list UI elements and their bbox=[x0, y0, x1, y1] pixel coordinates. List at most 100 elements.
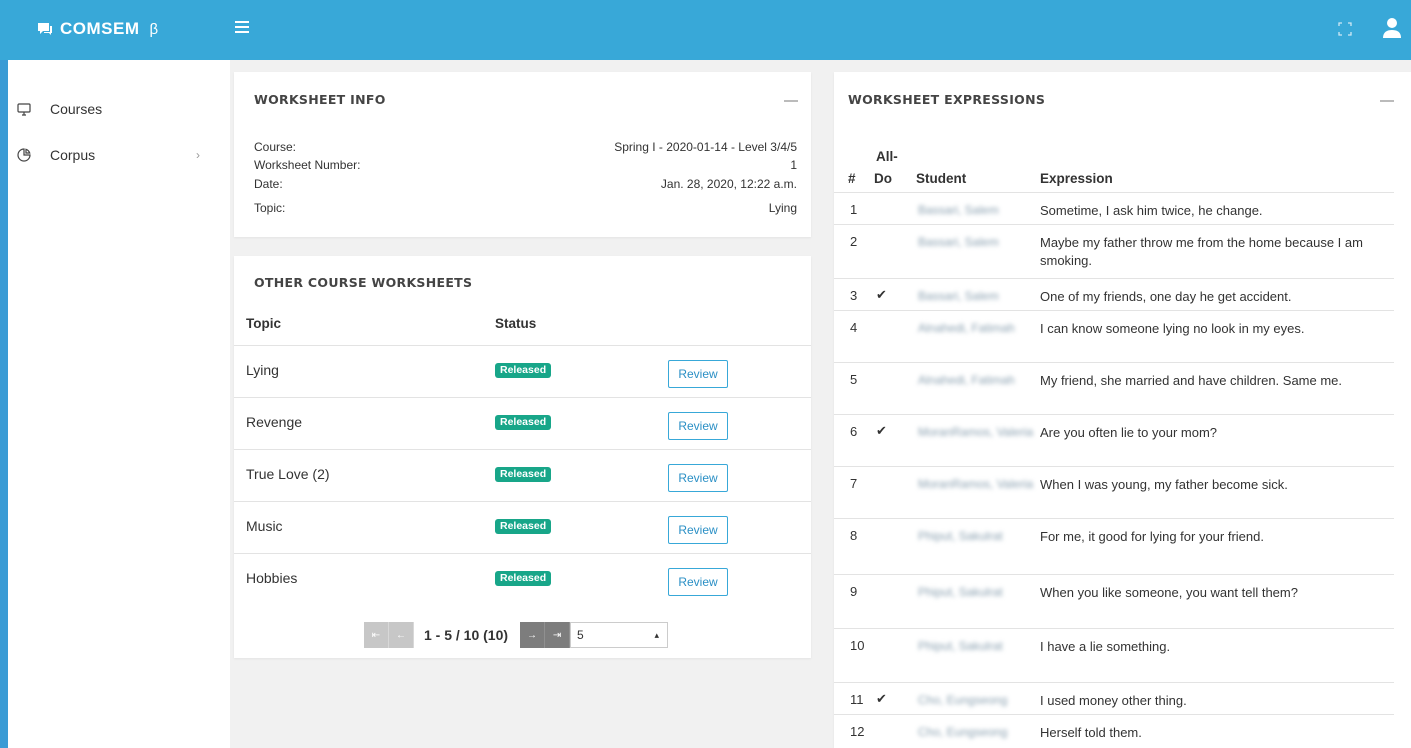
expression-text: I used money other thing. bbox=[1040, 693, 1187, 708]
student-name: MoranRamos, Valeria bbox=[918, 425, 1034, 439]
select-arrows-icon: ▴ bbox=[654, 629, 660, 640]
menu-toggle-icon[interactable] bbox=[235, 18, 255, 38]
app-body: Courses Corpus › WORKSHEET INFO Course: … bbox=[8, 60, 1411, 748]
student-name: Phiput, Sakulrat bbox=[918, 639, 1003, 653]
sidebar-item-corpus[interactable]: Corpus › bbox=[8, 140, 230, 170]
top-navbar: COMSEM β bbox=[0, 0, 1411, 60]
next-page-icon[interactable]: → bbox=[520, 622, 546, 648]
row-number: 8 bbox=[850, 528, 858, 543]
check-icon: ✔ bbox=[876, 691, 887, 706]
table-row: 4 Alnahedi, Fatimah I can know someone l… bbox=[834, 310, 1394, 362]
row-number: 2 bbox=[850, 234, 858, 249]
sidebar-item-label: Courses bbox=[50, 101, 103, 117]
pie-chart-icon bbox=[16, 147, 32, 163]
page-size-select[interactable]: 5 ▴ bbox=[570, 622, 669, 648]
table-row: Lying Released Review bbox=[234, 345, 811, 397]
info-row-topic: Topic: Lying bbox=[254, 201, 797, 217]
review-button[interactable]: Review bbox=[668, 568, 728, 596]
info-row-worksheet-number: Worksheet Number: 1 bbox=[254, 158, 797, 174]
column-header-number: # bbox=[848, 171, 856, 186]
worksheet-topic: Music bbox=[246, 518, 283, 534]
worksheet-topic: Lying bbox=[246, 362, 279, 378]
worksheet-topic: Revenge bbox=[246, 414, 303, 430]
student-name: MoranRamos, Valeria bbox=[918, 477, 1034, 491]
row-number: 9 bbox=[850, 584, 858, 599]
review-button[interactable]: Review bbox=[668, 412, 728, 440]
table-row: 8 Phiput, Sakulrat For me, it good for l… bbox=[834, 518, 1394, 574]
check-icon: ✔ bbox=[876, 287, 887, 302]
student-name: Bassari, Salem bbox=[918, 203, 999, 217]
review-button[interactable]: Review bbox=[668, 516, 728, 544]
expression-text: Sometime, I ask him twice, he change. bbox=[1040, 203, 1263, 218]
expression-text: I have a lie something. bbox=[1040, 639, 1171, 654]
sidebar: Courses Corpus › bbox=[8, 60, 230, 748]
student-name: Bassari, Salem bbox=[918, 235, 999, 249]
table-row: 6 ✔ MoranRamos, Valeria Are you often li… bbox=[834, 414, 1394, 466]
brand-name: COMSEM bbox=[60, 19, 140, 38]
row-number: 4 bbox=[850, 320, 858, 335]
fullscreen-icon[interactable] bbox=[1338, 22, 1352, 36]
table-row: 9 Phiput, Sakulrat When you like someone… bbox=[834, 574, 1394, 628]
info-label: Course: bbox=[254, 140, 297, 154]
prev-page-icon[interactable]: ← bbox=[389, 622, 414, 648]
table-row: 11 ✔ Cho, Eungseong I used money other t… bbox=[834, 682, 1394, 714]
status-badge: Released bbox=[495, 415, 552, 430]
info-value: Jan. 28, 2020, 12:22 a.m. bbox=[660, 177, 797, 191]
table-row: Revenge Released Review bbox=[234, 397, 811, 449]
info-value: Spring I - 2020-01-14 - Level 3/4/5 bbox=[614, 140, 797, 154]
first-page-icon[interactable]: ⇤ bbox=[364, 622, 389, 648]
table-row: 1 Bassari, Salem Sometime, I ask him twi… bbox=[834, 192, 1394, 224]
table-row: 3 ✔ Bassari, Salem One of my friends, on… bbox=[834, 278, 1394, 310]
student-name: Alnahedi, Fatimah bbox=[918, 321, 1015, 335]
row-number: 10 bbox=[850, 638, 865, 653]
monitor-icon bbox=[16, 101, 32, 117]
worksheet-expressions-card: WORKSHEET EXPRESSIONS # All- Do Student … bbox=[834, 72, 1411, 748]
column-header-expression: Expression bbox=[1040, 171, 1113, 186]
worksheet-info-card: WORKSHEET INFO Course: Spring I - 2020-0… bbox=[234, 72, 811, 237]
column-header-student: Student bbox=[916, 171, 967, 186]
brand-logo[interactable]: COMSEM β bbox=[36, 14, 159, 44]
worksheet-topic: True Love (2) bbox=[246, 466, 330, 482]
collapse-icon[interactable] bbox=[784, 100, 798, 102]
status-badge: Released bbox=[495, 571, 552, 586]
review-button[interactable]: Review bbox=[668, 464, 728, 492]
expression-text: My friend, she married and have children… bbox=[1040, 373, 1343, 388]
status-badge: Released bbox=[495, 363, 552, 378]
table-row: 7 MoranRamos, Valeria When I was young, … bbox=[834, 466, 1394, 518]
row-number: 12 bbox=[850, 724, 865, 739]
other-worksheets-title: OTHER COURSE WORKSHEETS bbox=[254, 275, 473, 290]
table-row: Hobbies Released Review bbox=[234, 553, 811, 605]
table-row: 10 Phiput, Sakulrat I have a lie somethi… bbox=[834, 628, 1394, 682]
table-row: True Love (2) Released Review bbox=[234, 449, 811, 501]
info-value: 1 bbox=[790, 158, 797, 172]
info-value: Lying bbox=[768, 201, 797, 215]
other-worksheets-card: OTHER COURSE WORKSHEETS Topic Status Lyi… bbox=[234, 256, 811, 658]
expression-text: Herself told them. bbox=[1040, 725, 1142, 740]
student-name: Bassari, Salem bbox=[918, 289, 999, 303]
collapse-icon[interactable] bbox=[1380, 100, 1394, 102]
expression-text: For me, it good for lying for your frien… bbox=[1040, 529, 1264, 544]
student-name: Cho, Eungseong bbox=[918, 725, 1008, 739]
page-size-value: 5 bbox=[577, 628, 584, 642]
student-name: Alnahedi, Fatimah bbox=[918, 373, 1015, 387]
table-row: 12 Cho, Eungseong Herself told them. bbox=[834, 714, 1394, 748]
student-name: Phiput, Sakulrat bbox=[918, 585, 1003, 599]
expression-text: Are you often lie to your mom? bbox=[1040, 425, 1218, 440]
column-header-all-do-line2: Do bbox=[874, 171, 892, 186]
last-page-icon[interactable]: ⇥ bbox=[545, 622, 571, 648]
student-name: Cho, Eungseong bbox=[918, 693, 1008, 707]
user-icon[interactable] bbox=[1382, 17, 1402, 39]
expression-text: One of my friends, one day he get accide… bbox=[1040, 289, 1292, 304]
status-badge: Released bbox=[495, 467, 552, 482]
row-number: 7 bbox=[850, 476, 858, 491]
sidebar-item-courses[interactable]: Courses bbox=[8, 94, 230, 124]
info-label: Topic: bbox=[254, 201, 286, 215]
column-header-all-do-line1: All- bbox=[876, 149, 898, 164]
info-row-course: Course: Spring I - 2020-01-14 - Level 3/… bbox=[254, 140, 797, 156]
review-button[interactable]: Review bbox=[668, 360, 728, 388]
expression-text: I can know someone lying no look in my e… bbox=[1040, 321, 1305, 336]
row-number: 1 bbox=[850, 202, 858, 217]
info-row-date: Date: Jan. 28, 2020, 12:22 a.m. bbox=[254, 177, 797, 193]
row-number: 11 bbox=[850, 692, 864, 707]
expression-text: Maybe my father throw me from the home b… bbox=[1040, 235, 1363, 268]
